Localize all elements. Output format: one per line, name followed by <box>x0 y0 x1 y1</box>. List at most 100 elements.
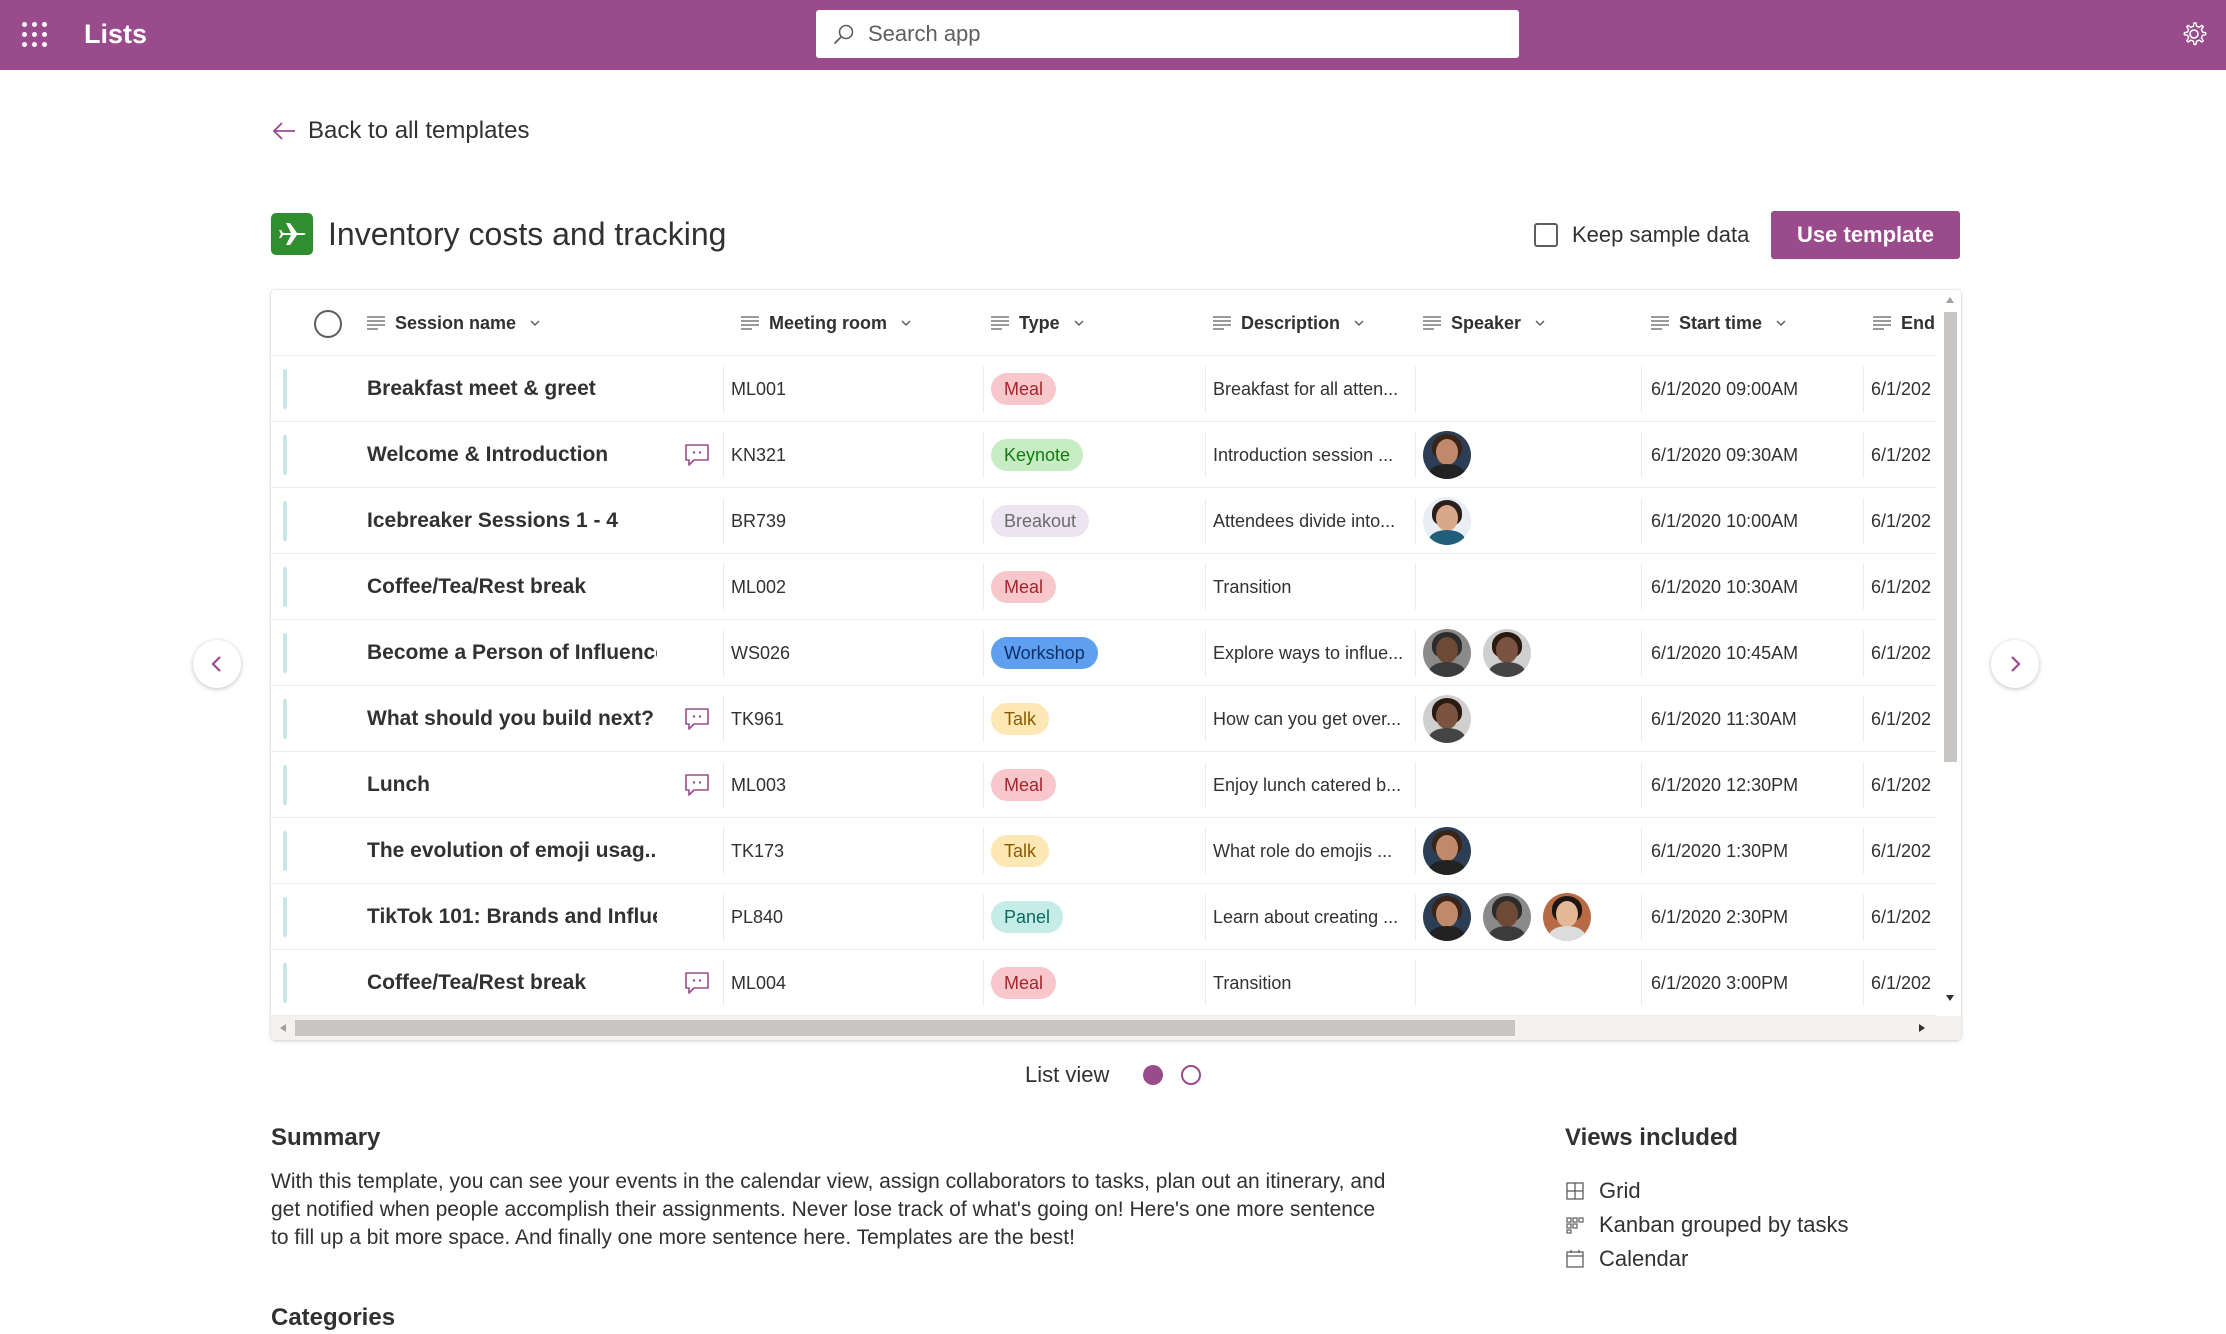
previous-preview-button[interactable] <box>193 640 241 688</box>
column-header-end[interactable]: End <box>1873 290 1935 356</box>
select-all-checkbox[interactable] <box>314 310 342 338</box>
column-header-label: Meeting room <box>769 312 888 333</box>
comment-cell[interactable] <box>684 950 714 1016</box>
view-item-calendar: Calendar <box>1565 1242 1849 1276</box>
table-row[interactable]: Become a Person of Influence WS026 Worksho… <box>271 620 1936 686</box>
session-name-cell[interactable]: Icebreaker Sessions 1 - 4 <box>367 488 657 554</box>
avatar[interactable] <box>1423 695 1471 743</box>
avatar[interactable] <box>1483 629 1531 677</box>
type-cell: Breakout <box>991 488 1191 554</box>
comment-icon[interactable] <box>684 443 710 467</box>
session-name-cell[interactable]: Become a Person of Influence <box>367 620 657 686</box>
session-name-cell[interactable]: The evolution of emoji usag... <box>367 818 657 884</box>
scroll-left-icon[interactable] <box>279 1023 287 1033</box>
avatar[interactable] <box>1483 893 1531 941</box>
start-time-cell: 6/1/2020 10:45AM <box>1651 642 1799 663</box>
table-row[interactable]: Lunch ML003 Meal Enjoy lunch catered b... 6/… <box>271 752 1936 818</box>
meeting-room-cell: WS026 <box>731 642 791 663</box>
speaker-cell <box>1423 950 1643 1016</box>
app-launcher-icon[interactable] <box>22 22 48 48</box>
summary-heading: Summary <box>271 1124 381 1151</box>
session-name-cell[interactable]: Lunch <box>367 752 657 818</box>
pager-dot-1[interactable] <box>1143 1065 1164 1085</box>
avatar[interactable] <box>1543 893 1591 941</box>
avatar[interactable] <box>1423 431 1471 479</box>
row-indicator <box>283 369 287 409</box>
comment-cell[interactable] <box>684 422 714 488</box>
start-time-cell: 6/1/2020 11:30AM <box>1651 708 1797 729</box>
horizontal-scroll-thumb[interactable] <box>295 1020 1515 1036</box>
table-row[interactable]: Icebreaker Sessions 1 - 4 BR739 Breakout At… <box>271 488 1936 554</box>
search-input[interactable] <box>868 10 1488 58</box>
search-box[interactable] <box>816 10 1519 58</box>
next-preview-button[interactable] <box>1991 640 2039 688</box>
column-header-label: End <box>1901 312 1935 333</box>
avatar[interactable] <box>1423 827 1471 875</box>
gear-icon[interactable] <box>2180 20 2208 48</box>
table-row[interactable]: TikTok 101: Brands and Influe... PL840 Pan… <box>271 884 1936 950</box>
column-header-label: Session name <box>395 312 517 333</box>
session-name-cell[interactable]: Breakfast meet & greet <box>367 356 657 422</box>
column-header-type[interactable]: Type <box>991 290 1086 356</box>
table-row[interactable]: Breakfast meet & greet ML001 Meal Breakfast… <box>271 356 1936 422</box>
vertical-scroll-thumb[interactable] <box>1944 312 1957 762</box>
description-cell: Transition <box>1213 972 1292 993</box>
column-header-meeting-room[interactable]: Meeting room <box>741 290 913 356</box>
chevron-down-icon[interactable] <box>1072 316 1086 330</box>
session-name-cell[interactable]: Coffee/Tea/Rest break <box>367 554 657 620</box>
app-title[interactable]: Lists <box>84 19 147 50</box>
column-header-label: Speaker <box>1451 312 1522 333</box>
vertical-scrollbar[interactable] <box>1939 290 1961 1016</box>
meeting-room-cell: ML002 <box>731 576 787 597</box>
comment-icon[interactable] <box>684 773 710 797</box>
type-badge: Breakout <box>991 505 1090 537</box>
text-column-icon <box>1651 316 1669 330</box>
column-header-speaker[interactable]: Speaker <box>1423 290 1547 356</box>
session-name-cell[interactable]: What should you build next? <box>367 686 657 752</box>
session-name-cell[interactable]: Welcome & Introduction <box>367 422 657 488</box>
keep-sample-data-toggle[interactable]: Keep sample data <box>1534 222 1749 248</box>
avatar[interactable] <box>1423 497 1471 545</box>
end-time-cell: 6/1/202 <box>1871 840 1932 861</box>
start-time-cell: 6/1/2020 3:00PM <box>1651 972 1789 993</box>
table-row[interactable]: Welcome & Introduction KN321 Keynote Introd… <box>271 422 1936 488</box>
chevron-down-icon[interactable] <box>1352 316 1366 330</box>
comment-icon[interactable] <box>684 707 710 731</box>
column-header-label: Description <box>1241 312 1341 333</box>
comment-cell[interactable] <box>684 752 714 818</box>
avatar[interactable] <box>1423 629 1471 677</box>
table-row[interactable]: Coffee/Tea/Rest break ML004 Meal Transition… <box>271 950 1936 1016</box>
comment-cell[interactable] <box>684 686 714 752</box>
chevron-down-icon[interactable] <box>1774 316 1788 330</box>
column-header-start-time[interactable]: Start time <box>1651 290 1788 356</box>
table-row[interactable]: The evolution of emoji usag... TK173 Talk W… <box>271 818 1936 884</box>
speaker-cell <box>1423 356 1643 422</box>
view-item-label: Calendar <box>1599 1246 1689 1271</box>
chevron-down-icon[interactable] <box>528 316 542 330</box>
speaker-cell <box>1423 686 1643 752</box>
scroll-right-icon[interactable] <box>1918 1023 1926 1033</box>
text-column-icon <box>991 316 1009 330</box>
table-row[interactable]: Coffee/Tea/Rest break ML002 Meal Transition… <box>271 554 1936 620</box>
avatar[interactable] <box>1423 893 1471 941</box>
scroll-up-icon[interactable] <box>1945 296 1955 304</box>
column-header-description[interactable]: Description <box>1213 290 1366 356</box>
column-header-session-name[interactable]: Session name <box>367 290 542 356</box>
session-name-cell[interactable]: TikTok 101: Brands and Influe... <box>367 884 657 950</box>
meeting-room-cell: TK961 <box>731 708 785 729</box>
use-template-button[interactable]: Use template <box>1771 211 1960 259</box>
chevron-down-icon[interactable] <box>1533 316 1547 330</box>
start-time-cell: 6/1/2020 12:30PM <box>1651 774 1799 795</box>
speaker-cell <box>1423 488 1643 554</box>
pager-dot-2[interactable] <box>1181 1065 1202 1085</box>
grid-header: Session name Meeting room Type Description S… <box>271 290 1936 356</box>
back-to-templates-link[interactable]: Back to all templates <box>270 114 529 148</box>
session-name-cell[interactable]: Coffee/Tea/Rest break <box>367 950 657 1016</box>
keep-sample-checkbox[interactable] <box>1534 223 1558 247</box>
horizontal-scrollbar[interactable] <box>271 1016 1961 1040</box>
table-row[interactable]: What should you build next? TK961 Talk How … <box>271 686 1936 752</box>
type-cell: Talk <box>991 818 1191 884</box>
scroll-down-icon[interactable] <box>1945 994 1955 1002</box>
chevron-down-icon[interactable] <box>899 316 913 330</box>
comment-icon[interactable] <box>684 971 710 995</box>
